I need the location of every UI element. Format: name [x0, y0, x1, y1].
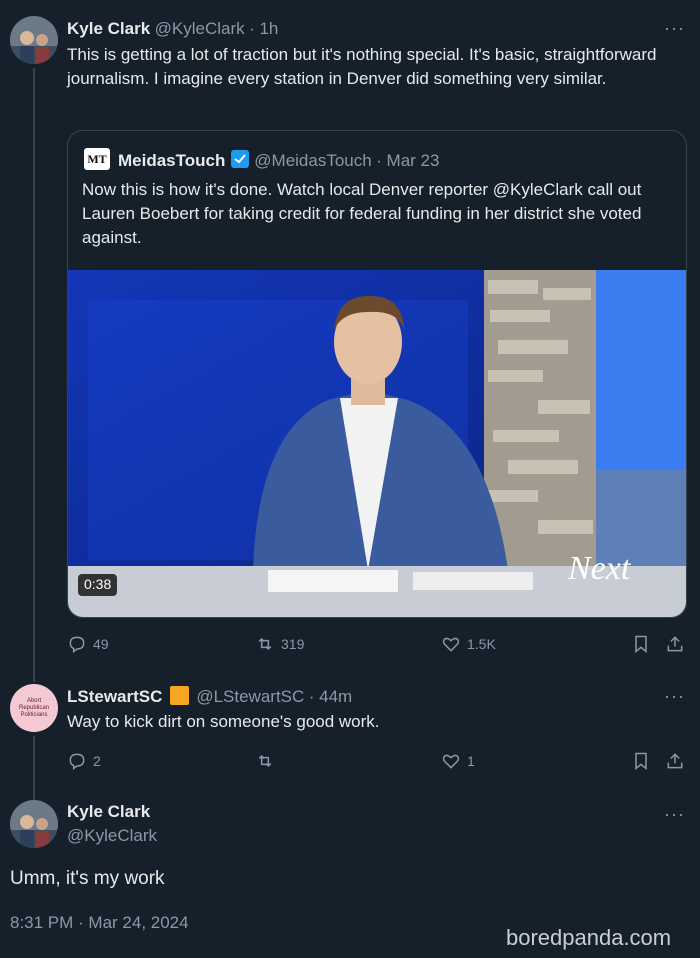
video-duration-badge: 0:38 [78, 574, 118, 596]
quote-header: MeidasTouch @MeidasTouch · Mar 23 [118, 149, 439, 171]
retweet-icon [258, 637, 272, 651]
like-count: 1 [467, 753, 475, 769]
retweet-icon [258, 754, 272, 768]
quote-logo-text: MT [87, 151, 107, 166]
tweet-text: Umm, it's my work [10, 868, 165, 889]
video-player[interactable]: 0:38 Next [68, 270, 686, 617]
quote-text: Now this is how it's done. Watch local D… [82, 180, 642, 247]
tweet-header: Kyle Clark @KyleClark · 1h [67, 19, 278, 39]
quote-time: · Mar 23 [376, 151, 440, 170]
site-watermark: boredpanda.com [506, 925, 672, 950]
avatar[interactable] [10, 16, 58, 64]
retweet-button[interactable] [255, 751, 275, 771]
tweet-timestamp[interactable]: 8:31 PM · Mar 24, 2024 [10, 913, 189, 933]
retweet-count: 319 [281, 636, 305, 652]
author-handle[interactable]: @KyleClark [67, 826, 157, 846]
quote-avatar: MT [84, 148, 110, 170]
reply-button[interactable]: 49 [67, 634, 109, 654]
verified-badge-icon [230, 149, 250, 169]
video-duration: 0:38 [84, 576, 112, 592]
heart-icon [442, 637, 460, 652]
heart-icon [442, 754, 460, 769]
reply-avatar[interactable]: Abort Republican Politicians [10, 684, 58, 732]
reply-header: LStewartSC @LStewartSC · 44m [67, 686, 352, 707]
more-options-icon[interactable]: ··· [664, 18, 685, 39]
like-button[interactable]: 1.5K [441, 634, 496, 654]
share-icon [667, 636, 683, 652]
bookmark-button[interactable] [631, 634, 651, 654]
quoted-tweet[interactable]: MT MeidasTouch @MeidasTouch · Mar 23 Now… [67, 130, 687, 618]
orange-square-icon [169, 686, 189, 705]
quote-author-name: MeidasTouch [118, 151, 226, 170]
share-button[interactable] [665, 634, 685, 654]
reply-count: 49 [93, 636, 109, 652]
bookmark-icon [635, 635, 647, 654]
reply-avatar-text: Abort Republican Politicians [18, 697, 50, 718]
reply-button[interactable]: 2 [67, 751, 101, 771]
avatar[interactable] [10, 800, 58, 848]
reply-text: Way to kick dirt on someone's good work. [67, 712, 380, 731]
author-name[interactable]: Kyle Clark [67, 802, 150, 822]
watermark-text: Next [568, 550, 631, 587]
reply-icon [69, 753, 85, 770]
retweet-button[interactable]: 319 [255, 634, 304, 654]
reply-count: 2 [93, 753, 101, 769]
reply-author-name[interactable]: LStewartSC [67, 687, 162, 706]
bookmark-icon [635, 752, 647, 771]
tweet-time[interactable]: · 1h [249, 19, 278, 38]
tweet-text: This is getting a lot of traction but it… [67, 45, 657, 88]
bookmark-button[interactable] [631, 751, 651, 771]
author-name[interactable]: Kyle Clark [67, 19, 150, 38]
like-button[interactable]: 1 [441, 751, 475, 771]
more-options-icon[interactable]: ··· [664, 686, 685, 707]
reply-author-handle[interactable]: @LStewartSC [196, 687, 304, 706]
more-options-icon[interactable]: ··· [664, 804, 685, 825]
share-button[interactable] [665, 751, 685, 771]
thread-line [33, 68, 35, 682]
quote-author-handle: @MeidasTouch [254, 151, 372, 170]
reply-time[interactable]: · 44m [309, 687, 352, 706]
share-icon [667, 753, 683, 769]
reply-icon [69, 636, 85, 653]
like-count: 1.5K [467, 636, 496, 652]
author-handle[interactable]: @KyleClark [155, 19, 245, 38]
video-watermark: Next [568, 550, 630, 588]
thread-line [33, 736, 35, 800]
